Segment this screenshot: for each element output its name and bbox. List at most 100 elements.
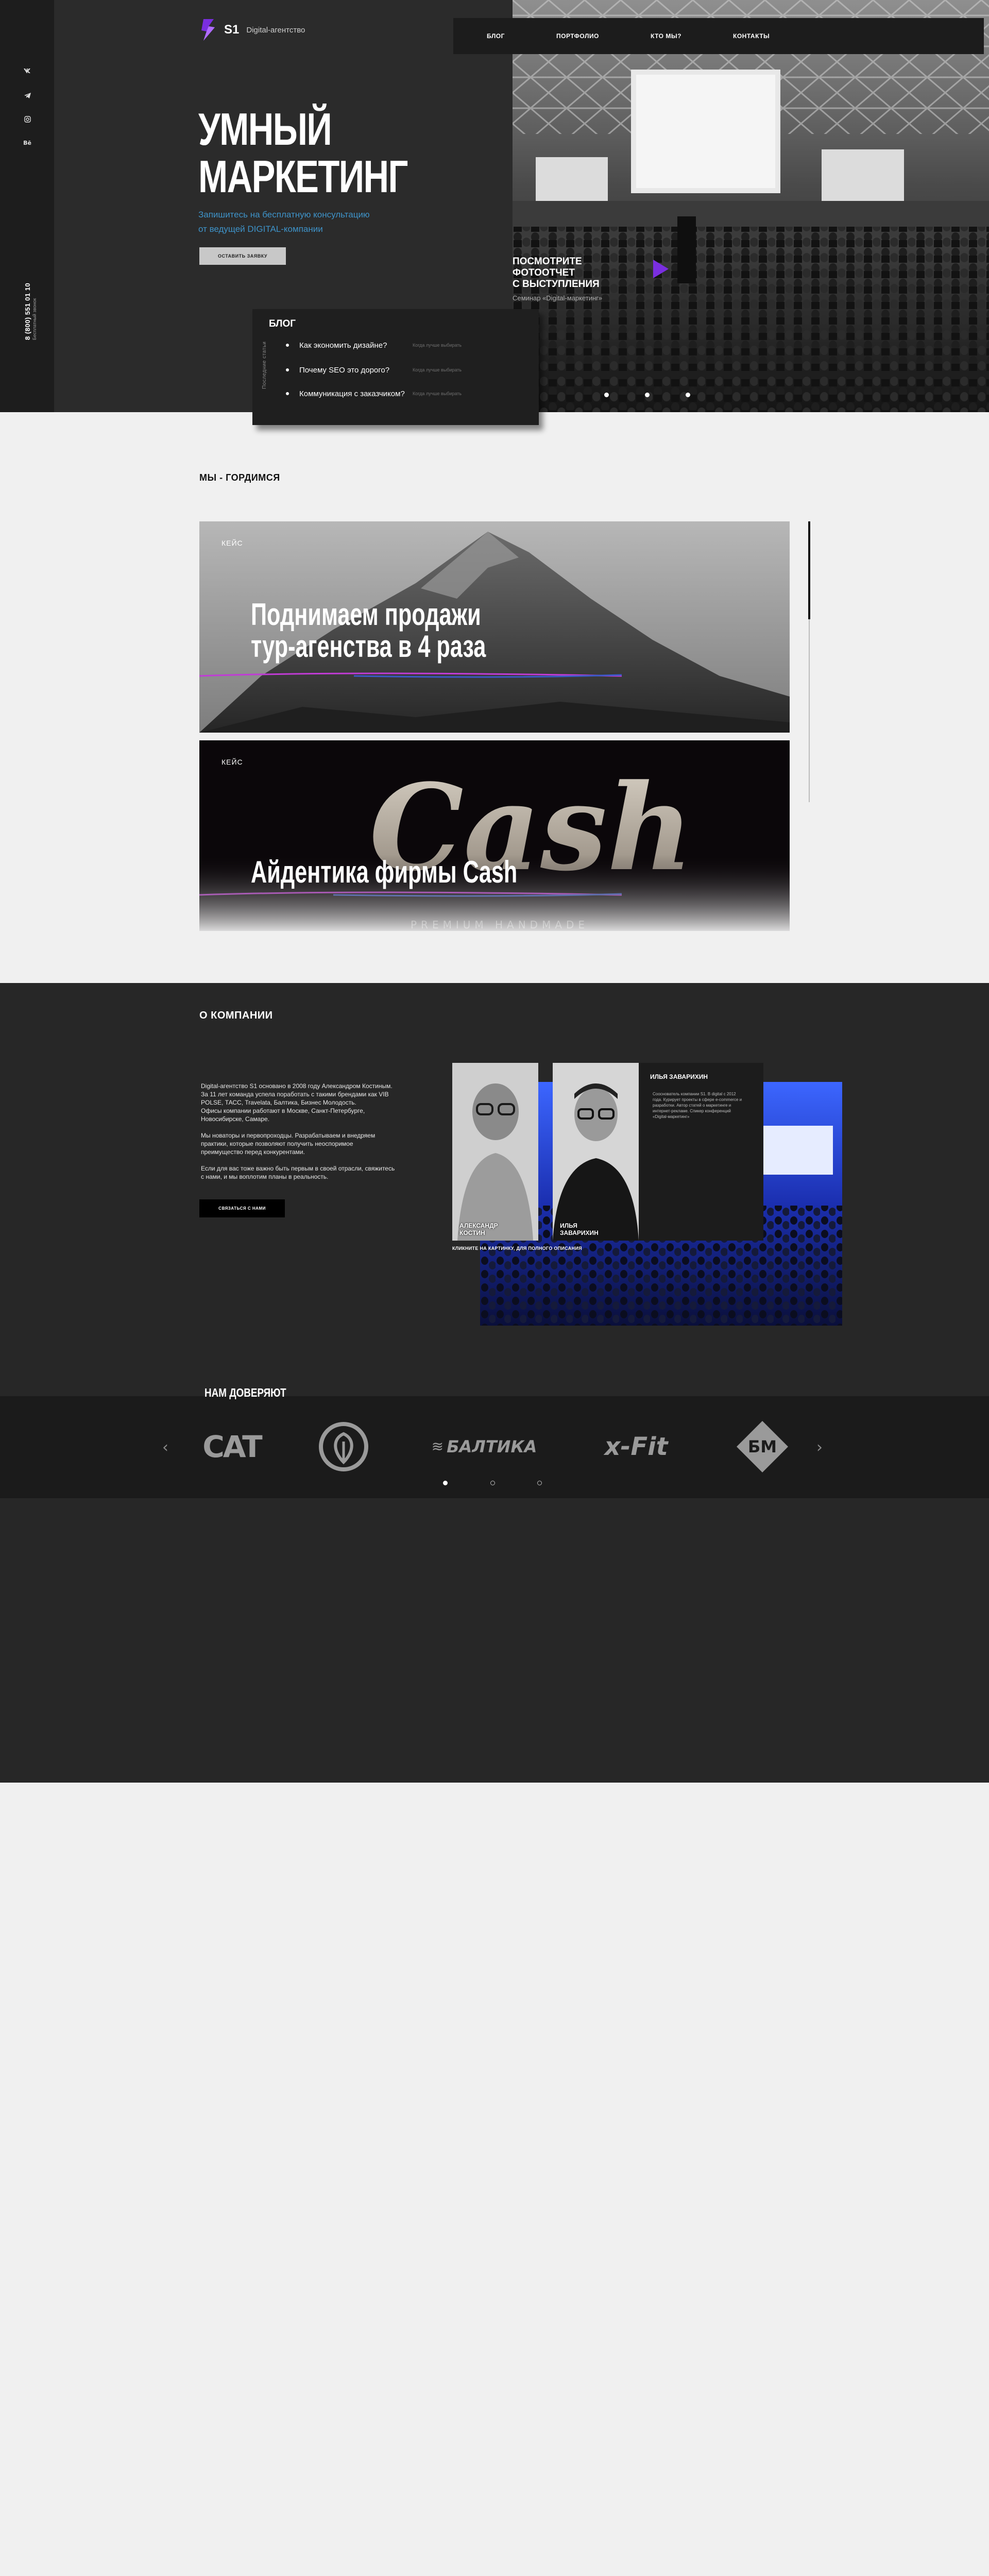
blog-item-note: Когда лучше выбирать	[413, 343, 462, 348]
bio-name: ИЛЬЯ ЗАВАРИХИН	[650, 1073, 708, 1080]
partner-logo-text: БМ	[747, 1436, 777, 1456]
partners-page-dot[interactable]	[490, 1481, 495, 1485]
blog-item[interactable]: Как экономить дизайне? Когда лучше выбир…	[286, 340, 462, 350]
logo[interactable]: S1 Digital-агентство	[198, 15, 353, 44]
photo-caption-line1: ПОСМОТРИТЕ ФОТООТЧЕТ	[513, 256, 582, 278]
bullet-icon	[286, 344, 289, 347]
photo-caption-title: ПОСМОТРИТЕ ФОТООТЧЕТ С ВЫСТУПЛЕНИЯ	[513, 256, 646, 290]
request-button[interactable]: ОСТАВИТЬ ЗАЯВКУ	[199, 247, 286, 265]
main-nav: БЛОГ ПОРТФОЛИО КТО МЫ? КОНТАКТЫ	[453, 18, 984, 54]
hero-photo[interactable]	[513, 0, 989, 412]
play-icon[interactable]	[653, 260, 669, 278]
hero-subtitle-line1: Запишитесь на бесплатную консультацию	[198, 210, 370, 219]
partner-logo-cat[interactable]: CAT	[201, 1422, 263, 1471]
blog-side-label: Последние статьи	[262, 341, 267, 389]
nav-item-blog[interactable]: БЛОГ	[487, 32, 505, 40]
nav-item-contacts[interactable]: КОНТАКТЫ	[733, 32, 770, 40]
slider-dot[interactable]	[604, 393, 609, 397]
pride-title: МЫ - ГОРДИМСЯ	[199, 472, 280, 483]
logo-mark-icon	[198, 17, 219, 43]
partners-page-dot[interactable]	[537, 1481, 542, 1485]
partner-logo-xfit[interactable]: x-Fit	[592, 1422, 680, 1471]
hero-title-line2: МАРКЕТИНГ	[198, 151, 408, 202]
bio-card: ИЛЬЯ ЗАВАРИХИН Сооснователь компании S1.…	[639, 1063, 763, 1241]
behance-icon[interactable]: Bē	[23, 139, 31, 146]
hero-title-line1: УМНЫЙ	[198, 104, 332, 155]
hero-section: Bē 8 (800) 551 01 10 Бесплатный звонок S…	[0, 0, 989, 425]
team-photo	[452, 1063, 538, 1241]
case-headline-line2: тур-агенства в 4 раза	[251, 629, 486, 664]
partner-logo-text: CAT	[202, 1429, 263, 1464]
case-card[interactable]: Cash PREMIUM HANDMADE КЕЙС Айдентика фир…	[199, 740, 790, 931]
team-card[interactable]: ИЛЬЯ ЗАВАРИХИН	[553, 1063, 639, 1241]
about-title: О КОМПАНИИ	[199, 1010, 273, 1021]
logo-brand: S1	[224, 23, 240, 37]
partner-logo-text: x-Fit	[604, 1432, 668, 1461]
partner-logo-text: БАЛТИКА	[447, 1436, 537, 1456]
case-headline-line1: Айдентика фирмы Cash	[251, 855, 518, 889]
yves-rocher-logo-icon	[319, 1421, 368, 1471]
about-hint: КЛИКНИТЕ НА КАРТИНКУ, ДЛЯ ПОЛНОГО ОПИСАН…	[452, 1246, 582, 1251]
about-paragraph: Офисы компании работают в Москве, Санкт-…	[201, 1107, 365, 1123]
team-name: ИЛЬЯ ЗАВАРИХИН	[560, 1222, 599, 1236]
case-label: КЕЙС	[221, 758, 243, 766]
bullet-icon	[286, 368, 289, 371]
team-name-line1: ИЛЬЯ	[560, 1222, 577, 1229]
team-name: АЛЕКСАНДР КОСТИН	[459, 1222, 498, 1236]
team-name-line1: АЛЕКСАНДР	[459, 1222, 498, 1229]
logo-subtitle: Digital-агентство	[246, 25, 305, 35]
hero-subtitle-line2: от ведущей DIGITAL-компании	[198, 224, 323, 234]
partners-title: НАМ ДОВЕРЯЮТ	[204, 1386, 286, 1399]
slider-dot[interactable]	[686, 393, 690, 397]
case-headline: Поднимаем продажи тур-агенства в 4 раза	[251, 599, 486, 663]
about-section: О КОМПАНИИ Digital-агентство S1 основано…	[0, 983, 989, 1783]
blog-item[interactable]: Почему SEO это дорого? Когда лучше выбир…	[286, 365, 462, 375]
team-name-line2: ЗАВАРИХИН	[560, 1229, 599, 1236]
case-label: КЕЙС	[221, 539, 243, 547]
about-text: Digital-агентство S1 основано в 2008 год…	[201, 1082, 397, 1189]
photo-caption-line2: С ВЫСТУПЛЕНИЯ	[513, 279, 600, 290]
team-card[interactable]: АЛЕКСАНДР КОСТИН	[452, 1063, 538, 1241]
blog-title: БЛОГ	[269, 318, 296, 329]
phone-block[interactable]: 8 (800) 551 01 10 Бесплатный звонок	[12, 278, 43, 340]
about-paragraph: Digital-агентство S1 основано в 2008 год…	[201, 1082, 393, 1106]
blog-item-title[interactable]: Почему SEO это дорого?	[299, 366, 413, 375]
bullet-icon	[286, 392, 289, 395]
nav-item-about[interactable]: КТО МЫ?	[651, 32, 681, 40]
partners-strip: ‹ › CAT ≋ БАЛТИКА x-Fit БМ	[0, 1396, 989, 1498]
contact-us-button[interactable]: СВЯЗАТЬСЯ С НАМИ	[199, 1199, 285, 1217]
chevron-right-icon[interactable]: ›	[816, 1438, 823, 1456]
blog-item[interactable]: Коммуникация с заказчиком? Когда лучше в…	[286, 388, 462, 399]
conference-photo-image	[513, 0, 989, 412]
case-headline: Айдентика фирмы Cash	[251, 856, 517, 888]
blog-item-note: Когда лучше выбирать	[413, 367, 462, 372]
partner-logo-yves-rocher[interactable]	[315, 1421, 372, 1471]
bio-text: Сооснователь компании S1. В digital с 20…	[653, 1092, 742, 1119]
nav-item-portfolio[interactable]: ПОРТФОЛИО	[556, 32, 599, 40]
phone-note: Бесплатный звонок	[32, 298, 37, 340]
photo-caption[interactable]: ПОСМОТРИТЕ ФОТООТЧЕТ С ВЫСТУПЛЕНИЯ Семин…	[513, 256, 646, 302]
telegram-icon[interactable]	[24, 92, 31, 99]
case-card[interactable]: КЕЙС Поднимаем продажи тур-агенства в 4 …	[199, 521, 790, 733]
about-paragraph: Если для вас тоже важно быть первым в св…	[201, 1165, 395, 1180]
slider-dot[interactable]	[645, 393, 650, 397]
cases-scroll-thumb[interactable]	[808, 521, 810, 619]
partner-logo-baltika[interactable]: ≋ БАЛТИКА	[428, 1422, 541, 1471]
phone-number[interactable]: 8 (800) 551 01 10	[24, 283, 31, 340]
chevron-left-icon[interactable]: ‹	[162, 1438, 168, 1456]
hero-title: УМНЫЙ МАРКЕТИНГ	[198, 104, 408, 202]
blog-item-title[interactable]: Коммуникация с заказчиком?	[299, 389, 413, 398]
instagram-icon[interactable]	[24, 115, 31, 123]
photo-caption-sub: Семинар «Digital-маркетинг»	[513, 294, 603, 302]
blog-item-note: Когда лучше выбирать	[413, 391, 462, 396]
partners-page-dot[interactable]	[443, 1481, 448, 1485]
empty-area	[0, 1783, 989, 2576]
hero-subtitle: Запишитесь на бесплатную консультацию от…	[198, 208, 384, 236]
left-rail: Bē 8 (800) 551 01 10 Бесплатный звонок	[0, 0, 54, 412]
cash-brand-image: Cash PREMIUM HANDMADE	[199, 740, 790, 931]
about-paragraph: Мы новаторы и первопроходцы. Разрабатыва…	[201, 1132, 376, 1156]
partner-logo-bm[interactable]: БМ	[731, 1420, 793, 1472]
case-headline-line1: Поднимаем продажи	[251, 597, 481, 632]
blog-item-title[interactable]: Как экономить дизайне?	[299, 341, 413, 350]
vk-icon[interactable]	[24, 67, 31, 74]
